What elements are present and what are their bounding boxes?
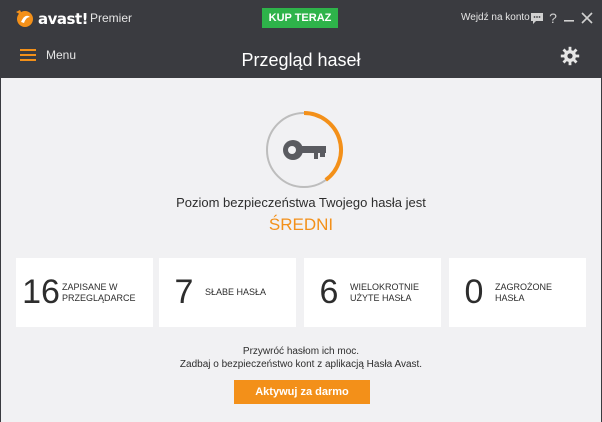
stat-label: WIELOKROTNIE UŻYTE HASŁA	[350, 281, 420, 303]
avast-logo-icon	[16, 10, 33, 27]
page-title: Przegląd haseł	[241, 50, 361, 70]
header-bar: Menu Przegląd haseł	[0, 36, 602, 78]
edition-label: Premier	[90, 11, 133, 25]
stat-label: ZAPISANE W PRZEGLĄDARCE	[62, 281, 136, 303]
stat-value: 16	[22, 273, 60, 311]
stat-card-saved: 16 ZAPISANE W PRZEGLĄDARCE	[16, 258, 153, 327]
security-level-intro: Poziom bezpieczeństwa Twojego hasła jest	[176, 195, 426, 210]
buy-now-button[interactable]: KUP TERAZ	[262, 8, 338, 28]
stat-card-weak: 7 SŁABE HASŁA	[159, 258, 296, 327]
security-level-value: ŚREDNI	[268, 215, 334, 234]
gear-icon[interactable]	[560, 46, 580, 66]
account-link[interactable]: Wejdź na konto	[461, 12, 530, 23]
minimize-icon[interactable]	[561, 10, 577, 26]
chat-icon[interactable]	[529, 10, 545, 26]
avast-logo: avast!	[14, 8, 88, 30]
security-gauge	[266, 111, 343, 188]
logo-text: avast!	[38, 10, 88, 28]
stat-label: SŁABE HASŁA	[205, 287, 267, 297]
close-icon[interactable]	[579, 10, 595, 26]
stat-label: ZAGROŻONE HASŁA	[495, 281, 553, 303]
title-bar: avast! Premier KUP TERAZ Wejdź na konto …	[0, 0, 602, 36]
stat-value: 6	[319, 273, 339, 311]
main-panel: Poziom bezpieczeństwa Twojego hasła jest…	[1, 78, 601, 422]
stat-card-compromised: 0 ZAGROŻONE HASŁA	[449, 258, 586, 327]
stat-value: 0	[464, 273, 484, 311]
svg-text:?: ?	[549, 10, 557, 26]
stat-card-reused: 6 WIELOKROTNIE UŻYTE HASŁA	[304, 258, 441, 327]
promo-line-2: Zadbaj o bezpieczeństwo kont z aplikacją…	[179, 359, 423, 370]
stat-value: 7	[174, 273, 194, 311]
help-icon[interactable]: ?	[545, 10, 561, 26]
promo-line-1: Przywróć hasłom ich moc.	[242, 346, 360, 357]
activate-free-button[interactable]: Aktywuj za darmo	[234, 380, 370, 404]
